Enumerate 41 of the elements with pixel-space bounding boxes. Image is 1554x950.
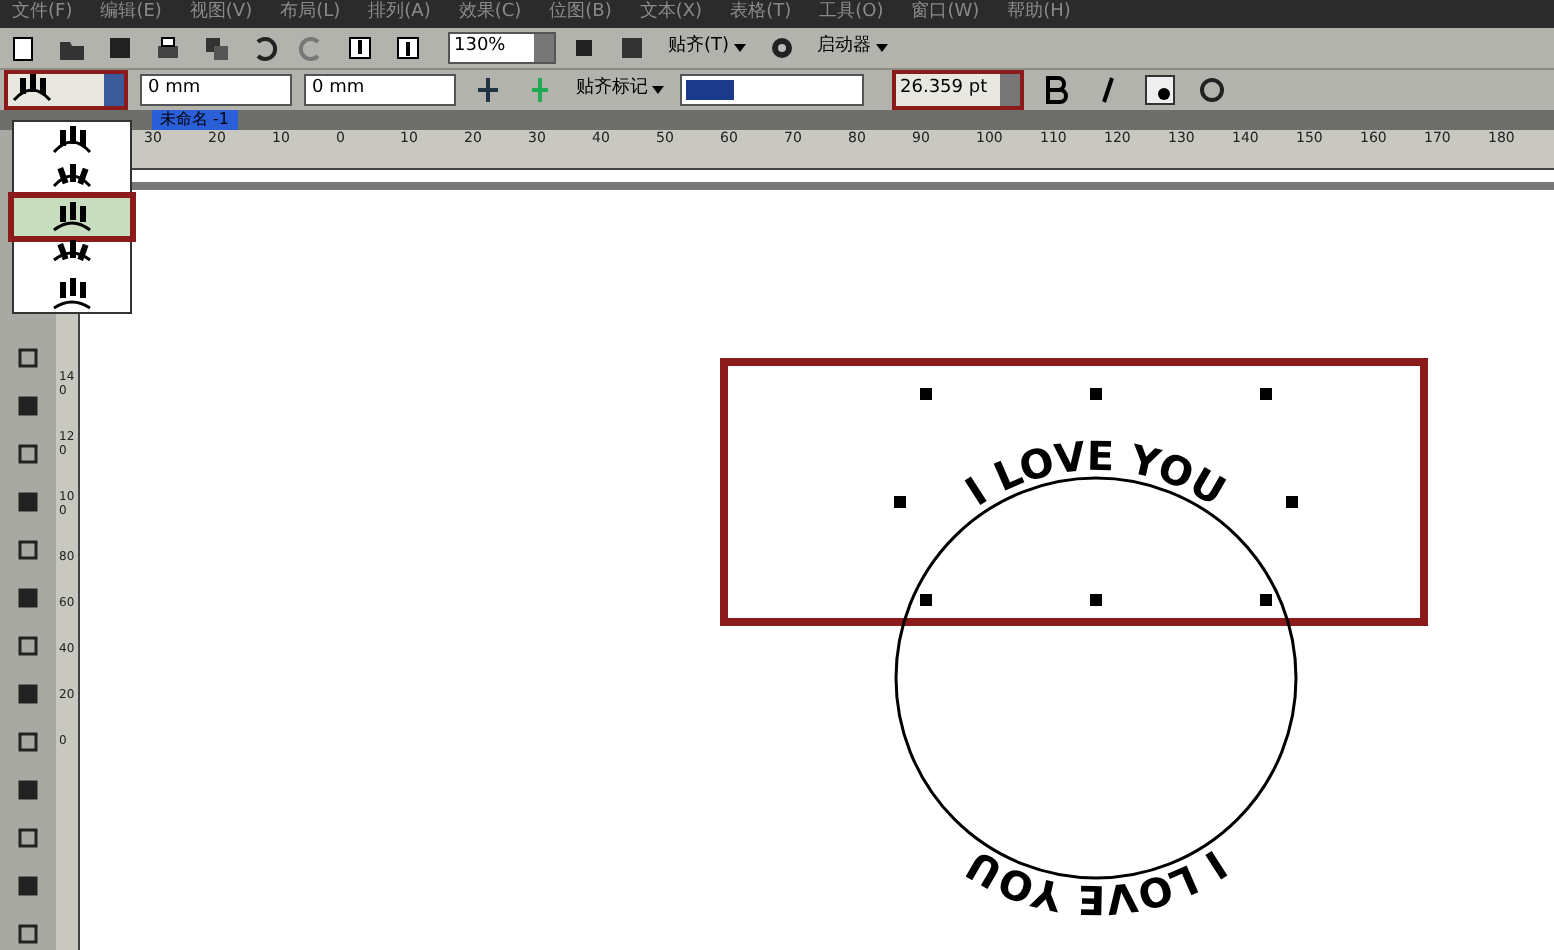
distance-field[interactable]: 0 mm bbox=[140, 73, 292, 105]
offset-field[interactable]: 0 mm bbox=[304, 73, 456, 105]
selection-handle[interactable] bbox=[920, 387, 932, 399]
menu-item[interactable]: 视图(V) bbox=[189, 0, 253, 27]
menu-item[interactable]: 表格(T) bbox=[730, 0, 792, 27]
menu-item[interactable]: 窗口(W) bbox=[911, 0, 980, 27]
text-orientation-icon bbox=[8, 71, 56, 107]
selection-handle[interactable] bbox=[1260, 387, 1272, 399]
text-orientation-icon bbox=[48, 275, 96, 311]
menu-item[interactable]: 文件(F) bbox=[12, 0, 73, 27]
menu-item[interactable]: 效果(C) bbox=[458, 0, 522, 27]
curved-text: I LOVE YOU bbox=[957, 839, 1236, 924]
text-orientation-icon bbox=[48, 123, 96, 159]
menu-item[interactable]: 编辑(E) bbox=[100, 0, 162, 27]
caret-icon bbox=[733, 43, 746, 51]
font-size-dropdown[interactable]: 26.359 pt bbox=[892, 69, 1024, 109]
curved-text: I LOVE YOU bbox=[956, 430, 1235, 515]
snap-menu-button[interactable]: 贴齐(T) bbox=[660, 29, 754, 65]
menu-item[interactable]: 文本(X) bbox=[639, 0, 703, 27]
zoom-field[interactable]: 130% bbox=[448, 31, 556, 63]
caret-icon bbox=[652, 85, 664, 93]
selection-handle[interactable] bbox=[1090, 593, 1102, 605]
caret-icon bbox=[875, 43, 888, 51]
menu-item[interactable]: 帮助(H) bbox=[1007, 0, 1071, 27]
character-format-icon[interactable] bbox=[1140, 69, 1180, 109]
selection-handle[interactable] bbox=[894, 495, 906, 507]
font-field[interactable] bbox=[680, 73, 864, 105]
orientation-option[interactable] bbox=[14, 198, 130, 236]
selection-handle[interactable] bbox=[1286, 495, 1298, 507]
menu-item[interactable]: 工具(O) bbox=[819, 0, 884, 27]
selection-handle[interactable] bbox=[920, 593, 932, 605]
document-tab[interactable]: 未命名 -1 bbox=[152, 109, 238, 129]
text-orientation-icon bbox=[48, 199, 96, 235]
menu-item[interactable]: 位图(B) bbox=[549, 0, 612, 27]
launcher-button[interactable]: 启动器 bbox=[809, 29, 896, 65]
snap-marks-dropdown[interactable]: 贴齐标记 bbox=[572, 75, 668, 103]
selection-handle[interactable] bbox=[1260, 593, 1272, 605]
menu-item[interactable]: 布局(L) bbox=[280, 0, 341, 27]
menu-item[interactable]: 排列(A) bbox=[368, 0, 431, 27]
selection-handle[interactable] bbox=[1090, 387, 1102, 399]
orientation-dropdown[interactable] bbox=[4, 69, 128, 109]
